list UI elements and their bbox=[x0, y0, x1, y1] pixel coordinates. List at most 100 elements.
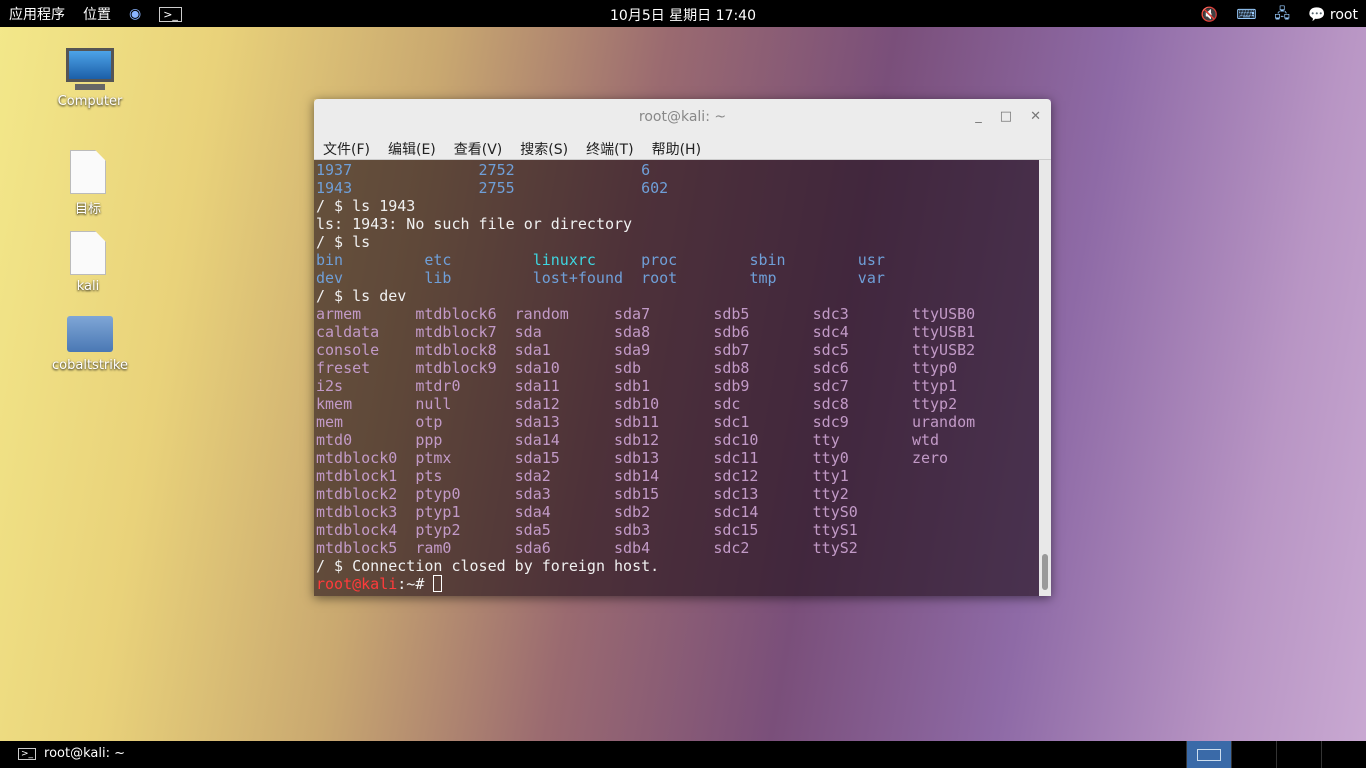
prompt-path: :~# bbox=[397, 575, 434, 593]
terminal-entry: mtdblock9 bbox=[415, 359, 497, 377]
close-button[interactable]: ✕ bbox=[1030, 99, 1041, 135]
volume-muted-icon[interactable]: 🔇 bbox=[1201, 7, 1218, 23]
chat-icon: 💬 bbox=[1308, 7, 1326, 23]
terminal-entry: mtdblock7 bbox=[415, 323, 497, 341]
terminal-entry: sda9 bbox=[613, 341, 651, 359]
terminal-entry: ttyp2 bbox=[911, 395, 958, 413]
terminal-entry: sdb13 bbox=[613, 449, 660, 467]
terminal-entry: freset bbox=[316, 359, 371, 377]
terminal-entry bbox=[912, 503, 1011, 521]
terminal-entry: sdc15 bbox=[713, 521, 759, 539]
clock[interactable]: 10月5日 星期日 17:40 bbox=[610, 5, 756, 25]
terminal-entry: 2752 bbox=[478, 161, 515, 179]
terminal-entry: sdb4 bbox=[613, 539, 651, 557]
maximize-button[interactable]: □ bbox=[1000, 99, 1012, 135]
terminal-entry: 6 bbox=[641, 161, 651, 179]
terminal-entry: ttyUSB1 bbox=[911, 323, 976, 341]
terminal-launcher-icon[interactable]: >_ bbox=[150, 6, 191, 22]
window-titlebar[interactable]: root@kali: ~ _ □ ✕ bbox=[314, 99, 1051, 135]
menu-file[interactable]: 文件(F) bbox=[314, 135, 379, 159]
terminal-row: dev lib lost+found root tmp var bbox=[316, 269, 1051, 287]
terminal-entry: sdc11 bbox=[713, 449, 759, 467]
prompt-line: root@kali:~# bbox=[316, 575, 1051, 593]
network-icon[interactable]: 🖧 bbox=[1274, 3, 1290, 27]
terminal-entry: ttyp0 bbox=[911, 359, 958, 377]
terminal-entry: sdb10 bbox=[613, 395, 660, 413]
user-menu[interactable]: 💬 root bbox=[1308, 7, 1358, 23]
workspace-2[interactable] bbox=[1231, 741, 1276, 768]
terminal-entry: ttyp1 bbox=[911, 377, 958, 395]
menu-view[interactable]: 查看(V) bbox=[445, 135, 512, 159]
file-icon bbox=[70, 231, 106, 275]
terminal-entry: otp bbox=[415, 413, 443, 431]
minimize-button[interactable]: _ bbox=[975, 99, 982, 135]
desktop-icon-kali[interactable]: kali bbox=[48, 231, 128, 294]
terminal-entry: ttyS2 bbox=[812, 539, 858, 557]
terminal-line: / $ ls 1943 bbox=[316, 197, 416, 215]
browser-launcher-icon[interactable]: ◉ bbox=[120, 6, 150, 22]
terminal-row: 1943 2755 602 bbox=[316, 179, 1051, 197]
terminal-entry: sda7 bbox=[613, 305, 651, 323]
workspace-4[interactable] bbox=[1321, 741, 1366, 768]
workspace-1[interactable] bbox=[1186, 741, 1231, 768]
workspace-3[interactable] bbox=[1276, 741, 1321, 768]
terminal-entry: mtdblock2 bbox=[316, 485, 398, 503]
terminal-line: / $ ls dev bbox=[316, 287, 407, 305]
terminal-entry: sdc1 bbox=[713, 413, 750, 431]
scrollbar[interactable] bbox=[1039, 160, 1051, 596]
keyboard-network-icon[interactable]: ⌨ bbox=[1236, 7, 1256, 23]
terminal-entry: mtd0 bbox=[316, 431, 353, 449]
terminal-entry: ptyp1 bbox=[415, 503, 461, 521]
terminal-entry: sdc7 bbox=[812, 377, 849, 395]
terminal-entry: mem bbox=[316, 413, 344, 431]
terminal-entry: tty0 bbox=[812, 449, 849, 467]
top-panel: 应用程序 位置 ◉ >_ 10月5日 星期日 17:40 🔇 ⌨ 🖧 💬 roo… bbox=[0, 0, 1366, 27]
terminal-entry: 2755 bbox=[478, 179, 515, 197]
terminal-entry: armem bbox=[316, 305, 362, 323]
terminal-row: i2s mtdr0 sda11 sdb1 sdb9 sdc7 ttyp1 bbox=[316, 377, 1051, 395]
terminal-entry: bin bbox=[316, 251, 344, 269]
terminal-entry: sdb12 bbox=[613, 431, 660, 449]
terminal-entry: mtdblock6 bbox=[415, 305, 497, 323]
terminal-entry: null bbox=[415, 395, 452, 413]
terminal-entry: random bbox=[514, 305, 569, 323]
terminal-entry: tty2 bbox=[812, 485, 849, 503]
terminal-icon: >_ bbox=[18, 747, 37, 760]
terminal-entry: sda13 bbox=[514, 413, 560, 431]
terminal-entry: sda8 bbox=[613, 323, 651, 341]
terminal-entry: console bbox=[316, 341, 380, 359]
terminal-entry: sdb6 bbox=[713, 323, 750, 341]
desktop-icon-target[interactable]: 目标 bbox=[48, 150, 128, 217]
menu-help[interactable]: 帮助(H) bbox=[643, 135, 710, 159]
places-menu[interactable]: 位置 bbox=[74, 4, 120, 24]
terminal-entry bbox=[912, 467, 1011, 485]
terminal-entry: 1943 bbox=[316, 179, 353, 197]
menu-search[interactable]: 搜索(S) bbox=[511, 135, 577, 159]
terminal-entry: sdc9 bbox=[812, 413, 849, 431]
terminal-entry: mtdblock5 bbox=[316, 539, 398, 557]
terminal-entry: sdb1 bbox=[613, 377, 651, 395]
desktop-icon-label: kali bbox=[76, 279, 100, 294]
terminal-entry bbox=[912, 485, 1011, 503]
taskbar-label: root@kali: ~ bbox=[44, 746, 126, 761]
menu-terminal[interactable]: 终端(T) bbox=[577, 135, 642, 159]
menu-edit[interactable]: 编辑(E) bbox=[379, 135, 445, 159]
terminal-entry: sdb8 bbox=[713, 359, 750, 377]
scrollbar-thumb[interactable] bbox=[1042, 554, 1048, 590]
desktop-icon-computer[interactable]: Computer bbox=[50, 48, 130, 109]
applications-menu[interactable]: 应用程序 bbox=[0, 4, 74, 24]
terminal-entry: ptmx bbox=[415, 449, 452, 467]
terminal-entry: sdb3 bbox=[613, 521, 651, 539]
terminal-row: 1937 2752 6 bbox=[316, 161, 1051, 179]
computer-icon bbox=[66, 48, 114, 82]
prompt-user: root@kali bbox=[316, 575, 398, 593]
terminal-output[interactable]: 1937 2752 6 1943 2755 602 / $ ls 1943 ls: 194… bbox=[314, 160, 1051, 596]
desktop-icon-cobaltstrike[interactable]: cobaltstrike bbox=[50, 316, 130, 373]
terminal-entry: sda12 bbox=[514, 395, 560, 413]
terminal-entry: sdb9 bbox=[713, 377, 750, 395]
terminal-entry: i2s bbox=[316, 377, 344, 395]
terminal-entry: sdc14 bbox=[713, 503, 759, 521]
taskbar-item-terminal[interactable]: >_ root@kali: ~ bbox=[18, 746, 125, 761]
terminal-entry: sdc2 bbox=[713, 539, 750, 557]
terminal-row: kmem null sda12 sdb10 sdc sdc8 ttyp2 bbox=[316, 395, 1051, 413]
